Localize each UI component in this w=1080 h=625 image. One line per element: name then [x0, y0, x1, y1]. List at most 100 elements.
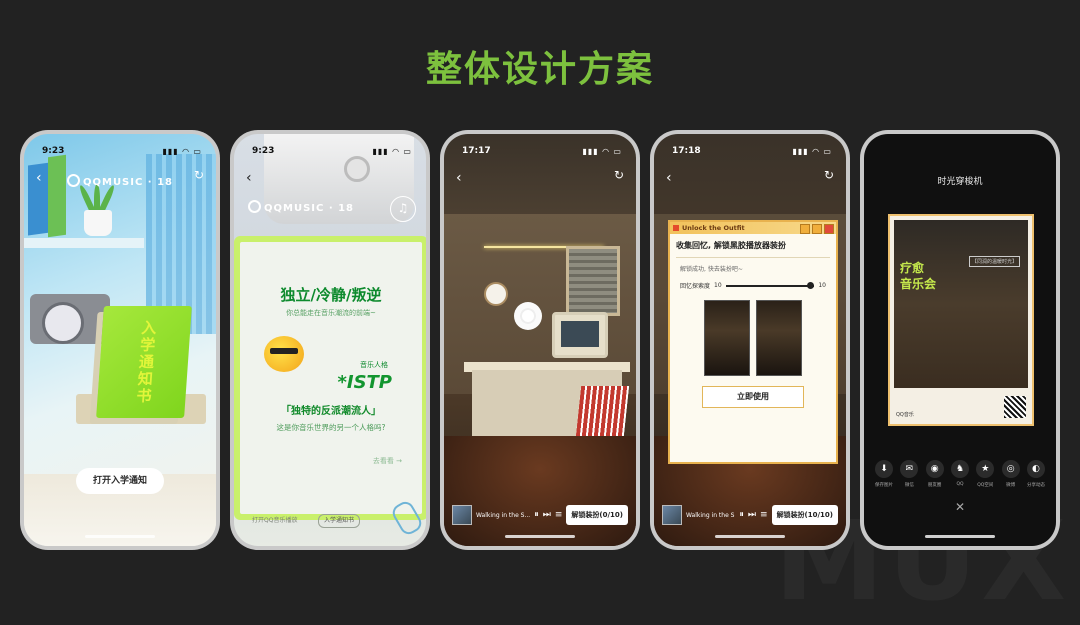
- floor: [444, 436, 636, 546]
- status-time: 9:23: [42, 146, 65, 156]
- wall-clock-icon: [484, 282, 508, 306]
- shelf: [24, 238, 144, 248]
- share-item-label: 微信: [904, 483, 914, 488]
- preview-image: [704, 300, 750, 376]
- playlist-icon[interactable]: ≡: [760, 510, 768, 520]
- flag-icon: [673, 225, 679, 231]
- back-icon[interactable]: ‹: [456, 170, 462, 186]
- share-item[interactable]: ⬇ 保存图片: [874, 460, 894, 488]
- progress-row: 回忆探索度 10 10: [680, 281, 826, 290]
- status-bar: 9:23 ▮▮▮ ◠ ▭: [252, 144, 412, 158]
- close-icon[interactable]: ✕: [864, 500, 1056, 514]
- home-indicator: [925, 535, 995, 538]
- personality-line: 这是你音乐世界的另一个人格吗?: [276, 423, 386, 432]
- status-icons: ▮▮▮ ◠ ▭: [582, 146, 622, 156]
- back-icon[interactable]: ‹: [246, 170, 252, 186]
- status-time: 17:18: [672, 146, 701, 156]
- emoji-face-icon: [264, 336, 304, 372]
- dialog-title: 收集回忆, 解锁黑胶播放器装扮: [676, 241, 786, 250]
- pause-icon[interactable]: ⏸: [534, 510, 539, 520]
- back-icon[interactable]: ‹: [666, 170, 672, 186]
- share-item[interactable]: ◉ 朋友圈: [925, 460, 945, 488]
- home-indicator: [85, 535, 155, 538]
- progress-label: 回忆探索度: [680, 283, 711, 290]
- notice-label: 入学通知书: [133, 320, 158, 405]
- moments-icon: ◉: [925, 460, 944, 478]
- unlock-outfit-button[interactable]: 解锁装扮(0/10): [566, 505, 628, 525]
- plant-pot: [84, 210, 112, 236]
- flowers-decoration: [514, 302, 542, 330]
- qr-code-icon: [1004, 396, 1026, 418]
- poster-headline: 疗愈 音乐会: [900, 261, 937, 291]
- admission-notice[interactable]: 入学通知书: [96, 306, 192, 418]
- share-item[interactable]: ◎ 微博: [1001, 460, 1021, 488]
- poster-tag: 【同润的温暖时光】: [968, 256, 1020, 267]
- type-label: 音乐人格: [360, 361, 388, 369]
- phone-3: 17:17 ▮▮▮ ◠ ▭ ‹ ↻ Walking in the S... ⏸ ⏭…: [440, 130, 640, 550]
- weibo-icon: ◎: [1001, 460, 1020, 478]
- preview-image: [756, 300, 802, 376]
- preview-shots: [670, 300, 836, 376]
- personality-headline: 独立/冷静/叛逆: [280, 286, 382, 304]
- minimize-icon[interactable]: [800, 224, 810, 234]
- footer-notice-button[interactable]: 入学通知书: [318, 514, 360, 528]
- share-options: ⬇ 保存图片 ✉ 微信 ◉ 朋友圈 ♞ QQ ★ QQ空间 ◎ 微博 ◐ 分享动态: [874, 460, 1046, 488]
- download-icon: ⬇: [875, 460, 893, 478]
- qzone-icon: ★: [976, 460, 995, 478]
- share-item[interactable]: ♞ QQ: [950, 460, 970, 488]
- music-note-icon[interactable]: ♫: [390, 196, 416, 222]
- brand-logo: QQMUSIC · 18: [24, 174, 216, 188]
- close-icon[interactable]: [824, 224, 834, 234]
- phone-5-screen: 时光穿梭机 疗愈 音乐会 【同润的温暖时光】 QQ音乐 ⬇ 保存图片 ✉ 微信 ◉ 朋友圈 ♞…: [864, 134, 1056, 546]
- playlist-icon[interactable]: ≡: [555, 510, 563, 520]
- status-icons: ▮▮▮ ◠ ▭: [792, 146, 832, 156]
- poster-image: 疗愈 音乐会 【同润的温暖时光】: [894, 220, 1028, 388]
- next-track-icon[interactable]: ⏭: [543, 510, 551, 520]
- book-decoration: [48, 154, 66, 238]
- status-time: 17:17: [462, 146, 491, 156]
- pause-icon[interactable]: ⏸: [739, 510, 744, 520]
- use-now-button[interactable]: 立即使用: [702, 386, 804, 408]
- share-item[interactable]: ✉ 微信: [899, 460, 919, 488]
- page-title: 整体设计方案: [425, 49, 654, 90]
- share-item-label: QQ空间: [977, 483, 994, 488]
- share-item[interactable]: ◐ 分享动态: [1026, 460, 1046, 488]
- unlock-outfit-button[interactable]: 解锁装扮(10/10): [771, 505, 838, 525]
- share-item-label: QQ: [956, 482, 964, 487]
- album-thumb[interactable]: [662, 505, 682, 525]
- next-track-icon[interactable]: ⏭: [748, 510, 756, 520]
- phone-3-screen: 17:17 ▮▮▮ ◠ ▭ ‹ ↻ Walking in the S... ⏸ ⏭…: [444, 134, 636, 546]
- footer-text: 打开QQ音乐播放: [252, 517, 298, 524]
- share-icon[interactable]: ↻: [824, 168, 834, 182]
- divider: [676, 257, 830, 258]
- share-item-label: 微博: [1006, 483, 1016, 488]
- phone-5: 时光穿梭机 疗愈 音乐会 【同润的温暖时光】 QQ音乐 ⬇ 保存图片 ✉ 微信 ◉ 朋友圈 ♞…: [860, 130, 1060, 550]
- personality-card: 独立/冷静/叛逆 你总能走在音乐潮流的前端~ 音乐人格 *ISTP 「独特的反派…: [240, 242, 422, 514]
- mini-player: Walking in the S... ⏸ ⏭ ≡ 解锁装扮(10/10): [662, 504, 838, 526]
- status-bar: 17:18 ▮▮▮ ◠ ▭: [672, 144, 832, 158]
- status-time: 9:23: [252, 146, 275, 156]
- room-window: [566, 246, 620, 316]
- personality-type: *ISTP: [337, 372, 392, 393]
- progress-slider: [725, 281, 815, 289]
- poster-footer: QQ音乐: [896, 412, 914, 418]
- mini-player: Walking in the S... ⏸ ⏭ ≡ 解锁装扮(0/10): [452, 504, 628, 526]
- share-icon[interactable]: ↻: [614, 168, 624, 182]
- open-notice-button[interactable]: 打开入学通知: [76, 468, 164, 494]
- unlock-dialog: Unlock the Outfit 收集回忆, 解锁黑胶播放器装扮 解锁成功, …: [668, 220, 838, 464]
- progress-min: 10: [714, 282, 722, 289]
- progress-max: 10: [818, 282, 826, 289]
- album-thumb[interactable]: [452, 505, 472, 525]
- maximize-icon[interactable]: [812, 224, 822, 234]
- share-poster: 疗愈 音乐会 【同润的温暖时光】 QQ音乐: [888, 214, 1034, 426]
- share-item-label: 分享动态: [1026, 483, 1045, 488]
- share-item-label: 朋友圈: [927, 483, 942, 488]
- home-indicator: [505, 535, 575, 538]
- retro-monitor: [552, 312, 608, 358]
- dialog-titlebar: Unlock the Outfit: [670, 222, 836, 234]
- vinyl-disc: [42, 302, 84, 344]
- phone-1-screen: 入学通知书 9:23 ▮▮▮ ◠ ▭ ‹ ↻ QQMUSIC · 18 打开入学通…: [24, 134, 216, 546]
- next-link[interactable]: 去看看 →: [373, 456, 402, 466]
- share-item[interactable]: ★ QQ空间: [975, 460, 995, 488]
- status-icons: ▮▮▮ ◠ ▭: [372, 146, 412, 156]
